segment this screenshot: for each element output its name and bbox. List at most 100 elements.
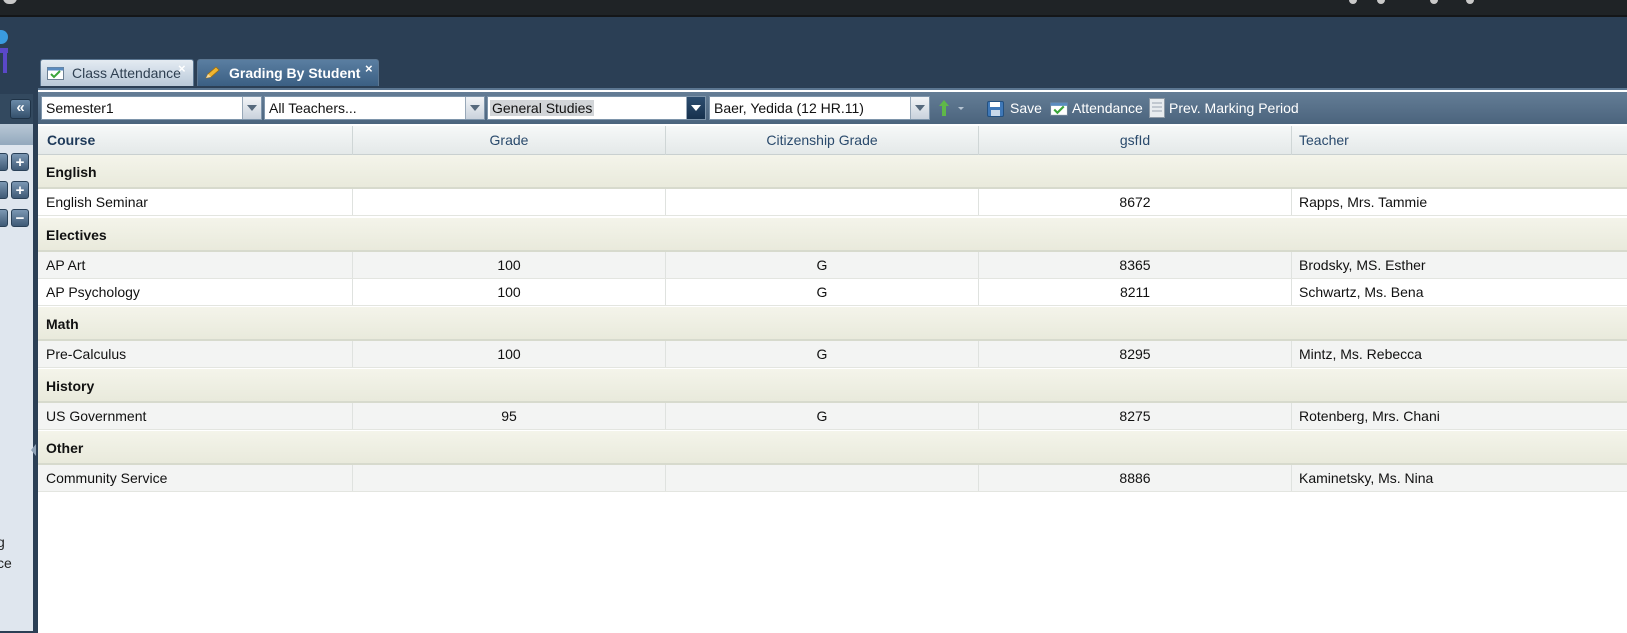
group-title: Electives <box>46 227 107 243</box>
grade-cell[interactable] <box>353 189 666 215</box>
teacher-value: All Teachers... <box>269 100 357 116</box>
gsfid-cell: 8211 <box>979 279 1292 305</box>
table-row[interactable]: English Seminar 8672 Rapps, Mrs. Tammie <box>38 189 1627 216</box>
gsfid-cell: 8886 <box>979 465 1292 491</box>
citizenship-cell[interactable]: G <box>666 341 979 367</box>
grade-cell[interactable]: 100 <box>353 252 666 278</box>
column-header-citizenship[interactable]: Citizenship Grade <box>666 126 979 155</box>
group-title: History <box>46 378 95 394</box>
marking-period-select[interactable]: Semester1 <box>41 96 262 120</box>
tab-grading-by-student[interactable]: Grading By Student × <box>197 59 379 86</box>
group-title: English <box>46 164 97 180</box>
category-select[interactable]: General Studies <box>487 96 706 120</box>
table-row[interactable]: Community Service 8886 Kaminetsky, Ms. N… <box>38 465 1627 492</box>
group-row-math[interactable]: Math <box>38 307 1627 341</box>
pencil-icon <box>205 66 220 79</box>
close-icon[interactable]: × <box>178 55 186 82</box>
top-menu-fragment <box>1377 0 1385 4</box>
grid-header: Course Grade Citizenship Grade gsfId Tea… <box>38 126 1627 155</box>
citizenship-cell[interactable] <box>666 465 979 491</box>
grade-cell[interactable]: 95 <box>353 403 666 429</box>
course-cell: Community Service <box>38 465 353 491</box>
sidebar-partial-button[interactable] <box>0 209 8 227</box>
teacher-cell: Kaminetsky, Ms. Nina <box>1299 470 1434 486</box>
app-logo <box>0 30 10 80</box>
course-cell: English Seminar <box>38 189 353 215</box>
course-cell: Pre-Calculus <box>38 341 353 367</box>
citizenship-cell[interactable]: G <box>666 279 979 305</box>
top-menu-fragment <box>1349 0 1357 4</box>
gsfid-cell: 8295 <box>979 341 1292 367</box>
course-cell: AP Art <box>38 252 353 278</box>
sidebar-partial-button[interactable] <box>0 153 8 171</box>
window-top-bar <box>0 0 1627 17</box>
citizenship-cell[interactable]: G <box>666 403 979 429</box>
left-sidebar: « + + − g ce <box>0 94 33 631</box>
sidebar-text-fragment: g <box>0 534 5 550</box>
document-icon[interactable] <box>1149 98 1165 118</box>
sidebar-band <box>0 124 33 145</box>
teacher-cell: Brodsky, MS. Esther <box>1299 257 1426 273</box>
group-title: Other <box>46 440 84 456</box>
sidebar-row: + <box>0 180 33 201</box>
citizenship-cell[interactable] <box>666 189 979 215</box>
sidebar-row: + <box>0 152 33 173</box>
course-cell: US Government <box>38 403 353 429</box>
calendar-check-icon[interactable] <box>1050 101 1068 116</box>
collapse-sidebar-button[interactable]: « <box>10 99 31 119</box>
sidebar-partial-button[interactable] <box>0 181 8 199</box>
column-header-course[interactable]: Course <box>38 126 353 155</box>
table-row[interactable]: AP Art 100 G 8365 Brodsky, MS. Esther <box>38 252 1627 279</box>
column-header-gsfid[interactable]: gsfId <box>979 126 1292 155</box>
gsfid-cell: 8275 <box>979 403 1292 429</box>
student-select[interactable]: Baer, Yedida (12 HR.11) <box>709 96 930 120</box>
table-row[interactable]: Pre-Calculus 100 G 8295 Mintz, Ms. Rebec… <box>38 341 1627 368</box>
student-value: Baer, Yedida (12 HR.11) <box>714 100 864 116</box>
grade-cell[interactable]: 100 <box>353 341 666 367</box>
column-header-grade[interactable]: Grade <box>353 126 666 155</box>
group-row-electives[interactable]: Electives <box>38 218 1627 252</box>
teacher-cell: Rapps, Mrs. Tammie <box>1299 194 1428 210</box>
teacher-select[interactable]: All Teachers... <box>264 96 485 120</box>
sidebar-text-fragment: ce <box>0 555 12 571</box>
citizenship-cell[interactable]: G <box>666 252 979 278</box>
chevron-down-icon[interactable] <box>242 97 261 119</box>
table-row[interactable]: US Government 95 G 8275 Rotenberg, Mrs. … <box>38 403 1627 430</box>
app-orb-icon <box>3 0 17 4</box>
chevron-down-icon[interactable] <box>686 97 705 119</box>
calendar-check-icon <box>47 67 64 80</box>
close-icon[interactable]: × <box>365 55 373 82</box>
attendance-button[interactable]: Attendance <box>1072 100 1143 116</box>
splitter-arrow-icon[interactable] <box>31 444 36 456</box>
chevron-down-icon[interactable] <box>465 97 484 119</box>
course-cell: AP Psychology <box>38 279 353 305</box>
column-header-teacher[interactable]: Teacher <box>1292 126 1627 155</box>
sidebar-header: « <box>0 94 33 124</box>
sort-arrow-icon[interactable] <box>938 99 964 117</box>
gsfid-cell: 8672 <box>979 189 1292 215</box>
grade-cell[interactable]: 100 <box>353 279 666 305</box>
save-button[interactable]: Save <box>1010 100 1042 116</box>
group-row-other[interactable]: Other <box>38 431 1627 465</box>
teacher-cell: Rotenberg, Mrs. Chani <box>1299 408 1440 424</box>
teacher-cell: Schwartz, Ms. Bena <box>1299 284 1424 300</box>
group-title: Math <box>46 316 79 332</box>
table-row[interactable]: AP Psychology 100 G 8211 Schwartz, Ms. B… <box>38 279 1627 306</box>
grade-cell[interactable] <box>353 465 666 491</box>
tab-label: Grading By Student <box>229 65 361 81</box>
tab-class-attendance[interactable]: Class Attendance × <box>40 59 194 86</box>
chevron-down-icon[interactable] <box>910 97 929 119</box>
save-icon[interactable] <box>987 101 1004 117</box>
top-menu-fragment <box>1430 0 1438 4</box>
remove-icon[interactable]: − <box>11 209 29 227</box>
grading-panel: Semester1 All Teachers... General Studie… <box>38 88 1627 633</box>
sidebar-row: − <box>0 208 33 229</box>
group-row-english[interactable]: English <box>38 155 1627 189</box>
add-icon[interactable]: + <box>11 181 29 199</box>
toolbar: Semester1 All Teachers... General Studie… <box>38 92 1627 124</box>
gsfid-cell: 8365 <box>979 252 1292 278</box>
tab-label: Class Attendance <box>72 65 181 81</box>
add-icon[interactable]: + <box>11 153 29 171</box>
prev-marking-period-button[interactable]: Prev. Marking Period <box>1169 100 1299 116</box>
group-row-history[interactable]: History <box>38 369 1627 403</box>
